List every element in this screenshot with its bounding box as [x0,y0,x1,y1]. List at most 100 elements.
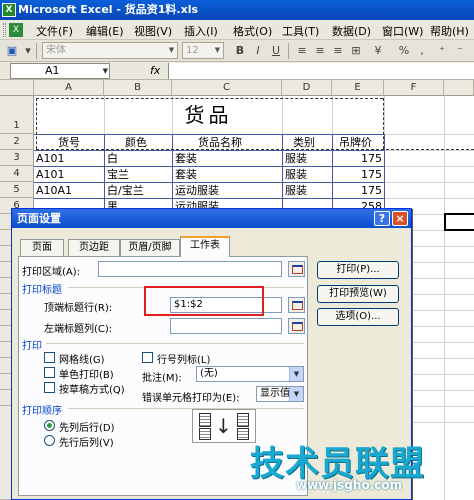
col-header-g[interactable] [444,80,474,96]
header-cell[interactable]: 货品名称 [198,135,242,150]
black-white-checkbox[interactable] [44,367,55,378]
menu-data[interactable]: 数据(D) [332,23,371,39]
table-cell[interactable]: 258 [334,199,382,208]
tab-margins[interactable]: 页边距 [68,239,120,256]
table-cell[interactable]: A10A1 [36,183,72,198]
selected-cell[interactable] [444,213,474,231]
comments-label: 批注(M): [142,373,182,384]
col-header-a[interactable]: A [34,80,104,96]
table-cell[interactable]: 套装 [175,167,197,182]
row-header-2[interactable]: 2 [0,134,34,150]
print-preview-button[interactable]: 打印预览(W) [317,285,399,303]
print-button[interactable]: 打印(P)... [317,261,399,279]
underline-button[interactable]: U [268,43,284,59]
marquee-border [36,149,474,150]
comments-select[interactable]: (无) ▼ [196,366,304,382]
increase-decimal-icon[interactable]: ⁺ [434,43,450,59]
select-all-corner[interactable] [0,80,34,96]
table-cell[interactable]: 175 [334,151,382,166]
close-button[interactable]: × [392,211,408,226]
menu-format[interactable]: 格式(O) [233,23,272,39]
draft-checkbox[interactable] [44,382,55,393]
document-icon[interactable]: X [9,23,23,37]
decrease-decimal-icon[interactable]: ⁻ [452,43,468,59]
toolbar-grip-icon[interactable] [3,23,6,37]
table-cell[interactable]: 运动服装 [175,183,219,198]
collapse-dialog-icon[interactable] [288,297,305,313]
menu-view[interactable]: 视图(V) [134,23,172,39]
align-left-icon[interactable]: ≡ [294,43,310,59]
bold-button[interactable]: B [232,43,248,59]
errors-select[interactable]: 显示值 ▼ [256,386,304,402]
collapse-dialog-icon[interactable] [288,318,305,334]
watermark-url: www.jsgho.com [296,478,403,492]
table-cell[interactable]: 运动服装 [175,199,219,208]
menu-insert[interactable]: 插入(I) [184,23,218,39]
table-cell[interactable]: 服装 [285,167,307,182]
print-area-input[interactable] [98,261,282,277]
col-header-d[interactable]: D [282,80,332,96]
table-cell[interactable]: 175 [334,167,382,182]
col-header-b[interactable]: B [104,80,172,96]
formula-input[interactable] [168,63,474,79]
italic-button[interactable]: I [250,43,266,59]
row-header-4[interactable]: 4 [0,166,34,182]
left-cols-input[interactable] [170,318,282,334]
tab-sheet[interactable]: 工作表 [180,236,230,257]
header-cell[interactable]: 颜色 [125,135,147,150]
col-header-e[interactable]: E [332,80,384,96]
dropdown-icon[interactable]: ▾ [20,43,36,59]
menu-help[interactable]: 帮助(H) [430,23,469,39]
down-then-over-radio[interactable] [44,420,55,431]
dialog-title: 页面设置 [17,212,61,225]
row-header-5[interactable]: 5 [0,182,34,198]
over-then-down-radio[interactable] [44,435,55,446]
align-right-icon[interactable]: ≡ [330,43,346,59]
menu-edit[interactable]: 编辑(E) [86,23,124,39]
header-cell[interactable]: 类别 [293,135,315,150]
tab-page[interactable]: 页面 [20,239,64,256]
row-header-3[interactable]: 3 [0,150,34,166]
table-cell[interactable]: 服装 [285,151,307,166]
table-cell[interactable]: 套装 [175,151,197,166]
help-button[interactable]: ? [374,211,390,226]
name-box[interactable]: A1 ▼ [10,63,110,79]
table-cell[interactable]: 175 [334,183,382,198]
menu-tools[interactable]: 工具(T) [282,23,319,39]
menu-window[interactable]: 窗口(W) [382,23,423,39]
table-cell[interactable]: 服装 [285,183,307,198]
sheet-title[interactable]: 货品 [34,96,383,134]
fx-icon[interactable]: fx [150,64,160,77]
align-center-icon[interactable]: ≡ [312,43,328,59]
header-cell[interactable]: 吊牌价 [339,135,372,150]
currency-icon[interactable]: ¥ [370,43,386,59]
menu-file[interactable]: 文件(F) [36,23,73,39]
dialog-title-bar[interactable]: 页面设置 ? × [12,209,411,228]
comma-button[interactable]: , [414,43,430,59]
table-cell[interactable]: 黑 [107,199,118,208]
row-col-headings-checkbox[interactable] [142,352,153,363]
options-button[interactable]: 选项(O)... [317,308,399,326]
col-header-c[interactable]: C [172,80,282,96]
table-cell[interactable]: A101 [36,151,65,166]
grid-line [444,96,445,500]
font-size-select[interactable]: 12 ▼ [182,42,224,59]
merge-center-icon[interactable]: ⊞ [348,43,364,59]
table-cell[interactable]: 白 [107,151,118,166]
table-cell[interactable]: A101 [36,167,65,182]
table-cell[interactable]: 宝兰 [107,167,129,182]
draft-label: 按草稿方式(Q) [59,385,125,396]
collapse-dialog-icon[interactable] [288,261,305,277]
col-header-f[interactable]: F [384,80,444,96]
table-cell[interactable]: 白/宝兰 [107,183,144,198]
font-name-select[interactable]: 宋体 ▼ [42,42,178,59]
save-icon[interactable]: ▣ [4,43,20,59]
page-icon [199,413,211,427]
gridlines-checkbox[interactable] [44,352,55,363]
percent-button[interactable]: % [396,43,412,59]
page-order-preview-icon: ↓ [192,409,256,443]
excel-app-icon: X [2,3,16,17]
row-header-1[interactable]: 1 [0,96,34,134]
tab-header-footer[interactable]: 页眉/页脚 [120,239,180,256]
header-cell[interactable]: 货号 [58,135,80,150]
